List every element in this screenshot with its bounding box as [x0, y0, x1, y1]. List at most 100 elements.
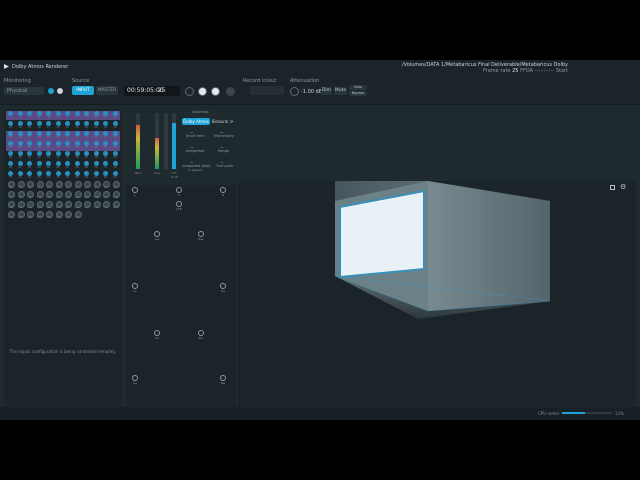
- return-to-start-icon[interactable]: [185, 87, 194, 96]
- input-channel[interactable]: 97: [6, 191, 15, 200]
- input-channel[interactable]: 56: [73, 151, 82, 160]
- input-channel[interactable]: 45: [82, 141, 91, 150]
- input-channel[interactable]: 115: [63, 201, 72, 210]
- input-channel[interactable]: 85: [6, 181, 15, 190]
- input-channel[interactable]: 117: [82, 201, 91, 210]
- timecode-display[interactable]: 00:59:05:00 25: [124, 86, 180, 96]
- input-channel[interactable]: 35: [101, 131, 110, 140]
- input-channel[interactable]: 86: [16, 181, 25, 190]
- master-source-button[interactable]: MASTER: [96, 86, 118, 95]
- dim-button[interactable]: Dim: [321, 87, 332, 95]
- input-channel[interactable]: 104: [73, 191, 82, 200]
- input-channel[interactable]: 43: [63, 141, 72, 150]
- input-channel[interactable]: 50: [16, 151, 25, 160]
- input-channel[interactable]: 19: [63, 121, 72, 130]
- input-channel[interactable]: 72: [111, 161, 120, 170]
- mute-button[interactable]: Mute: [334, 87, 347, 95]
- input-channel[interactable]: 1: [6, 111, 15, 120]
- input-channel[interactable]: 84: [111, 171, 120, 180]
- input-channel[interactable]: 20: [73, 121, 82, 130]
- input-channel[interactable]: 119: [101, 201, 110, 210]
- input-channel[interactable]: 60: [111, 151, 120, 160]
- tab-binaural[interactable]: Binaural: [210, 118, 230, 125]
- monitoring-headphones-icon[interactable]: [57, 88, 63, 94]
- input-channel[interactable]: 15: [25, 121, 34, 130]
- input-channel[interactable]: 30: [54, 131, 63, 140]
- input-channel[interactable]: 36: [111, 131, 120, 140]
- input-channel[interactable]: 33: [82, 131, 91, 140]
- input-channel[interactable]: 68: [73, 161, 82, 170]
- input-channel[interactable]: 4: [35, 111, 44, 120]
- input-channel[interactable]: 8: [73, 111, 82, 120]
- input-channel[interactable]: 28: [35, 131, 44, 140]
- input-channel[interactable]: 6: [54, 111, 63, 120]
- input-channel[interactable]: 73: [6, 171, 15, 180]
- input-channel[interactable]: 38: [16, 141, 25, 150]
- input-channel[interactable]: 93: [82, 181, 91, 190]
- input-channel[interactable]: 75: [25, 171, 34, 180]
- input-channel[interactable]: 95: [101, 181, 110, 190]
- input-channel[interactable]: 66: [54, 161, 63, 170]
- input-channel[interactable]: 34: [92, 131, 101, 140]
- input-channel[interactable]: 114: [54, 201, 63, 210]
- input-channel[interactable]: 79: [63, 171, 72, 180]
- solo-button[interactable]: Solo: [349, 85, 367, 90]
- input-channel[interactable]: 108: [111, 191, 120, 200]
- input-channel[interactable]: 9: [82, 111, 91, 120]
- input-channel[interactable]: 128: [73, 211, 82, 220]
- input-channel[interactable]: 53: [44, 151, 53, 160]
- input-channel[interactable]: 92: [73, 181, 82, 190]
- input-channel[interactable]: 3: [25, 111, 34, 120]
- input-channel[interactable]: 25: [6, 131, 15, 140]
- input-channel[interactable]: 87: [25, 181, 34, 190]
- input-channel[interactable]: 82: [92, 171, 101, 180]
- input-channel[interactable]: 18: [54, 121, 63, 130]
- input-channel[interactable]: 120: [111, 201, 120, 210]
- input-channel[interactable]: 16: [35, 121, 44, 130]
- input-channel[interactable]: 80: [73, 171, 82, 180]
- input-channel[interactable]: 90: [54, 181, 63, 190]
- input-channel[interactable]: 122: [16, 211, 25, 220]
- input-channel[interactable]: 71: [101, 161, 110, 170]
- input-channel[interactable]: 12: [111, 111, 120, 120]
- input-channel[interactable]: 103: [63, 191, 72, 200]
- input-channel[interactable]: 67: [63, 161, 72, 170]
- input-channel[interactable]: 106: [92, 191, 101, 200]
- input-channel[interactable]: 98: [16, 191, 25, 200]
- input-channel[interactable]: 69: [82, 161, 91, 170]
- input-channel[interactable]: 63: [25, 161, 34, 170]
- input-channel[interactable]: 83: [101, 171, 110, 180]
- input-channel[interactable]: 47: [101, 141, 110, 150]
- bypass-button[interactable]: Bypass: [349, 91, 367, 96]
- attenuation-knob-icon[interactable]: [290, 87, 299, 96]
- input-channel[interactable]: 89: [44, 181, 53, 190]
- input-channel[interactable]: 37: [6, 141, 15, 150]
- input-channel[interactable]: 109: [6, 201, 15, 210]
- input-channel[interactable]: 64: [35, 161, 44, 170]
- input-source-button[interactable]: INPUT: [72, 86, 94, 95]
- input-channel[interactable]: 21: [82, 121, 91, 130]
- input-channel[interactable]: 13: [6, 121, 15, 130]
- input-channel[interactable]: 126: [54, 211, 63, 220]
- input-channel[interactable]: 102: [54, 191, 63, 200]
- input-channel[interactable]: 125: [44, 211, 53, 220]
- input-channel[interactable]: 22: [92, 121, 101, 130]
- input-channel[interactable]: 54: [54, 151, 63, 160]
- input-channel[interactable]: 23: [101, 121, 110, 130]
- input-channel[interactable]: 65: [44, 161, 53, 170]
- input-channel[interactable]: 2: [16, 111, 25, 120]
- input-channel[interactable]: 113: [44, 201, 53, 210]
- input-channel[interactable]: 100: [35, 191, 44, 200]
- input-channel[interactable]: 14: [16, 121, 25, 130]
- input-channel[interactable]: 11: [101, 111, 110, 120]
- input-channel[interactable]: 70: [92, 161, 101, 170]
- input-channel[interactable]: 74: [16, 171, 25, 180]
- play-icon[interactable]: [211, 87, 220, 96]
- input-channel[interactable]: 124: [35, 211, 44, 220]
- input-channel[interactable]: 40: [35, 141, 44, 150]
- input-channel[interactable]: 116: [73, 201, 82, 210]
- input-channel[interactable]: 111: [25, 201, 34, 210]
- input-channel[interactable]: 110: [16, 201, 25, 210]
- input-channel[interactable]: 17: [44, 121, 53, 130]
- record-icon[interactable]: [226, 87, 235, 96]
